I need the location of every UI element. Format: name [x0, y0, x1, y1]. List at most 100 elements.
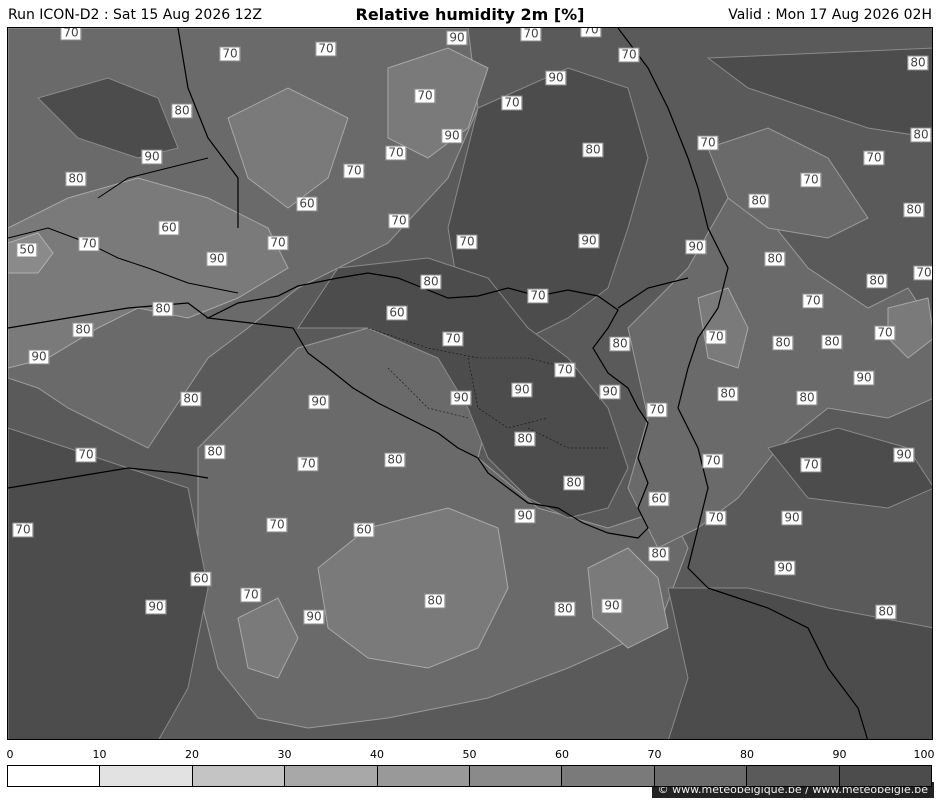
contour-label: 80 [180, 391, 202, 407]
contour-label: 80 [384, 452, 406, 468]
contour-label: 70 [863, 150, 885, 166]
legend-tick-label: 80 [740, 748, 754, 761]
contour-label: 90 [206, 251, 228, 267]
contour-label: 70 [705, 510, 727, 526]
contour-label: 70 [554, 362, 576, 378]
contour-label: 80 [424, 593, 446, 609]
contour-label: 80 [764, 251, 786, 267]
legend-tick-label: 70 [647, 748, 662, 761]
contour-label: 90 [774, 560, 796, 576]
contour-label: 90 [141, 149, 163, 165]
legend-tick-label: 50 [462, 748, 477, 761]
contour-label: 70 [388, 213, 410, 229]
contour-label: 70 [266, 517, 288, 533]
contour-label: 70 [705, 329, 727, 345]
contour-label: 70 [385, 145, 407, 161]
humidity-map[interactable]: 70 70 70 90 70 70 70 80 90 80 70 70 90 80 70 90 80 70 70 70… [7, 27, 933, 740]
contour-label: 90 [511, 382, 533, 398]
contour-label: 80 [875, 604, 897, 620]
contour-label: 90 [441, 128, 463, 144]
contour-label: 90 [308, 394, 330, 410]
contour-label: 70 [414, 88, 436, 104]
contour-label: 70 [240, 587, 262, 603]
contour-label: 70 [60, 28, 82, 41]
contour-label: 80 [420, 274, 442, 290]
contour-label: 70 [343, 163, 365, 179]
legend-tick-label: 40 [370, 748, 384, 761]
contour-label: 80 [152, 301, 174, 317]
legend-swatch [747, 766, 840, 786]
contour-label: 80 [903, 202, 925, 218]
contour-label: 80 [796, 390, 818, 406]
legend-swatch [192, 766, 286, 786]
legend-tick-label: 0 [6, 748, 14, 761]
contour-label: 60 [158, 220, 180, 236]
contour-label: 80 [772, 335, 794, 351]
contour-label: 80 [907, 55, 929, 71]
contour-label: 90 [514, 508, 536, 524]
contour-label: 70 [315, 41, 337, 57]
contour-label: 80 [514, 431, 536, 447]
contour-label: 70 [501, 95, 523, 111]
contour-label: 60 [353, 522, 375, 538]
legend-swatch [654, 766, 748, 786]
contour-label: 60 [648, 491, 670, 507]
contour-label: 60 [386, 305, 408, 321]
contour-label: 90 [853, 370, 875, 386]
contour-label: 90 [685, 239, 707, 255]
valid-info: Valid : Mon 17 Aug 2026 02H [728, 7, 932, 23]
contour-label: 80 [582, 142, 604, 158]
contour-label: 70 [297, 456, 319, 472]
contour-label: 70 [913, 265, 932, 281]
contour-label: 80 [563, 475, 585, 491]
legend-tick-label: 10 [92, 748, 107, 761]
contour-label: 70 [267, 235, 289, 251]
legend-swatch [285, 766, 378, 786]
contour-label: 90 [545, 70, 567, 86]
contour-label: 70 [697, 135, 719, 151]
contour-label: 70 [702, 453, 724, 469]
contour-label: 90 [578, 233, 600, 249]
contour-label: 90 [446, 30, 468, 46]
contour-label: 70 [78, 236, 100, 252]
legend-swatch [8, 766, 101, 786]
contour-label: 70 [874, 325, 896, 341]
contour-label: 70 [219, 46, 241, 62]
contour-label: 80 [609, 336, 631, 352]
legend-tick-label: 90 [832, 748, 847, 761]
contour-label: 90 [599, 384, 621, 400]
contour-label: 70 [800, 457, 822, 473]
contour-label: 90 [781, 510, 803, 526]
contour-label: 80 [72, 322, 94, 338]
contour-label: 60 [190, 571, 212, 587]
contour-label: 70 [802, 293, 824, 309]
legend-tick-label: 30 [277, 748, 292, 761]
contour-label: 80 [717, 386, 739, 402]
contour-label: 80 [866, 273, 888, 289]
legend-tick-label: 20 [185, 748, 199, 761]
contour-label: 70 [580, 28, 602, 38]
contour-label: 90 [601, 598, 623, 614]
contour-label: 90 [145, 599, 167, 615]
legend-tick-label: 100 [913, 748, 935, 761]
contour-label: 50 [16, 242, 38, 258]
contour-label: 80 [648, 546, 670, 562]
contour-label: 80 [748, 193, 770, 209]
contour-label: 80 [554, 601, 576, 617]
contour-label: 70 [527, 288, 549, 304]
contour-label: 80 [821, 334, 843, 350]
contour-label: 70 [520, 28, 542, 42]
contour-label: 70 [646, 402, 668, 418]
humidity-map-canvas [8, 28, 932, 739]
legend-swatch [470, 766, 563, 786]
color-legend: 0 10 20 30 40 50 60 70 80 90 100 [0, 744, 940, 800]
legend-tick-label: 60 [555, 748, 569, 761]
contour-label: 70 [800, 172, 822, 188]
contour-label: 90 [450, 390, 472, 406]
legend-swatch [839, 766, 932, 786]
contour-label: 80 [910, 127, 932, 143]
legend-swatch [377, 766, 471, 786]
contour-label: 70 [75, 447, 97, 463]
legend-swatch [100, 766, 193, 786]
contour-label: 70 [12, 522, 34, 538]
